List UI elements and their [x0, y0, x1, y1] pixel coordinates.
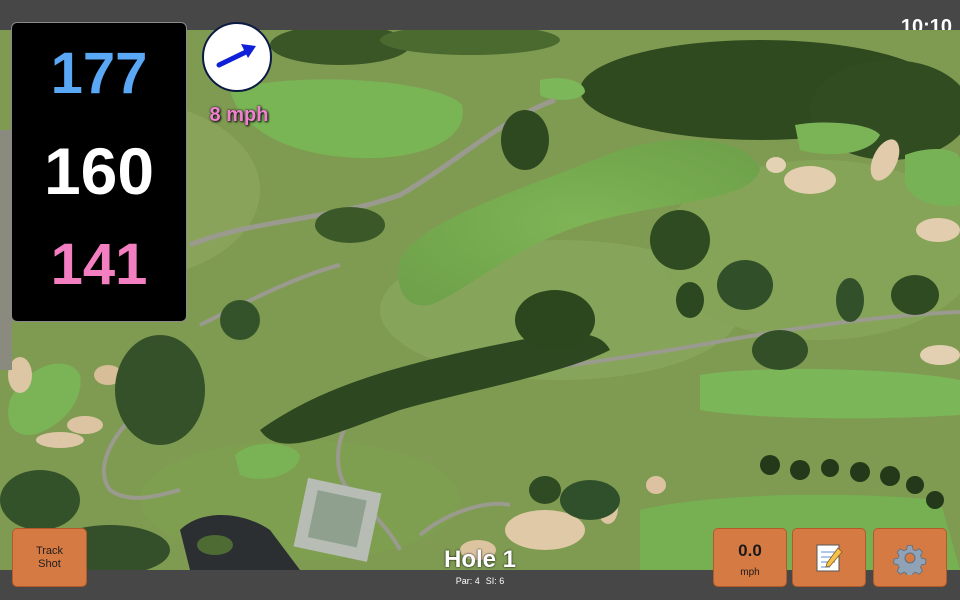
settings-button[interactable] [873, 528, 947, 587]
wind-speed: 8 mph [209, 104, 269, 126]
arrow-northeast-icon [216, 44, 256, 68]
hole-stroke-index: SI: 6 [485, 576, 505, 586]
notes-button[interactable] [792, 528, 866, 587]
speed-unit: mph [740, 567, 760, 578]
distance-front: 141 [50, 232, 148, 297]
distance-panel: 177 160 141 [11, 22, 187, 322]
track-shot-button[interactable]: Track Shot [12, 528, 87, 587]
speed-value: 0.0 [738, 541, 762, 560]
distance-back: 177 [50, 41, 148, 106]
hole-par: Par: 4 [455, 576, 480, 586]
speed-button[interactable]: 0.0 mph [713, 528, 787, 587]
distance-center: 160 [43, 134, 155, 208]
hole-title: Hole 1 [443, 546, 517, 573]
notepad-icon [816, 544, 843, 571]
wind-direction-dial [202, 22, 272, 92]
hole-info: Par: 4 SI: 6 [380, 575, 580, 587]
gear-icon [893, 544, 927, 575]
track-shot-label: Track Shot [35, 545, 64, 570]
